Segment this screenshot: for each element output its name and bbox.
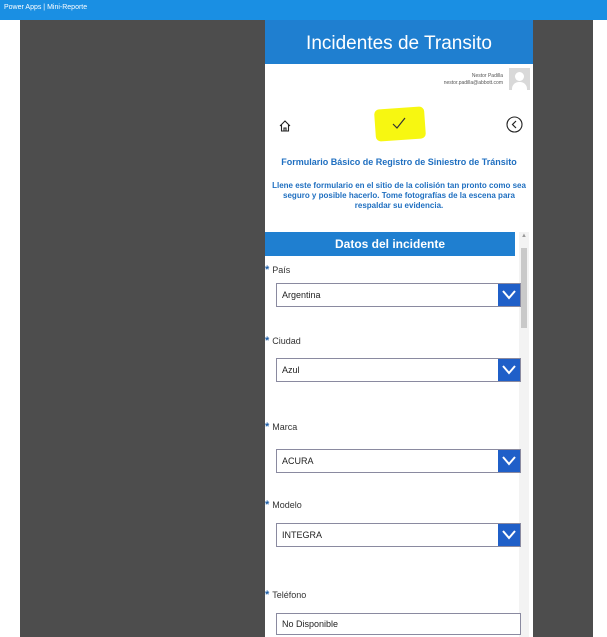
modelo-dropdown[interactable]: INTEGRA: [276, 523, 521, 547]
chevron-down-icon[interactable]: [498, 359, 520, 381]
chevron-down-icon[interactable]: [498, 284, 520, 306]
required-marker: *: [265, 264, 270, 276]
avatar[interactable]: [509, 68, 530, 90]
scroll-thumb[interactable]: [521, 248, 527, 328]
user-info: Nestor Padilla nestor.padilla@abbott.com: [444, 73, 503, 87]
pais-label-text: País: [272, 265, 291, 275]
modelo-label-text: Modelo: [272, 500, 302, 510]
section-header: Datos del incidente: [265, 232, 515, 256]
ciudad-dropdown[interactable]: Azul: [276, 358, 521, 382]
ciudad-label: * Ciudad: [265, 335, 301, 347]
chevron-down-icon[interactable]: [498, 524, 520, 546]
required-marker: *: [265, 499, 270, 511]
pais-value: Argentina: [282, 290, 321, 300]
topbar-title: Power Apps | Mini-Reporte: [4, 4, 88, 11]
ciudad-value: Azul: [282, 365, 300, 375]
form-title: Formulario Básico de Registro de Siniest…: [281, 157, 517, 167]
pais-label: * País: [265, 264, 290, 276]
required-marker: *: [265, 589, 270, 601]
marca-label: * Marca: [265, 421, 297, 433]
right-canvas-frame: [533, 20, 593, 637]
ciudad-label-text: Ciudad: [272, 336, 301, 346]
user-email: nestor.padilla@abbott.com: [443, 80, 503, 86]
app-title: Incidentes de Transito: [306, 33, 492, 54]
telefono-input[interactable]: No Disponible: [276, 613, 521, 635]
back-circle-icon[interactable]: [506, 116, 523, 133]
modelo-value: INTEGRA: [282, 530, 323, 540]
checkmark-icon[interactable]: [388, 112, 410, 134]
user-name: Nestor Padilla: [471, 73, 503, 79]
required-marker: *: [265, 335, 270, 347]
app-screen: Incidentes de Transito Nestor Padilla ne…: [265, 20, 533, 637]
home-icon[interactable]: [278, 119, 292, 133]
left-canvas-frame: [20, 20, 265, 637]
pais-dropdown[interactable]: Argentina: [276, 283, 521, 307]
section-title: Datos del incidente: [334, 237, 446, 251]
required-marker: *: [265, 421, 270, 433]
form-description: Llene este formulario en el sitio de la …: [272, 181, 526, 210]
avatar-body-shape: [512, 82, 527, 90]
telefono-label-text: Teléfono: [272, 590, 307, 600]
chevron-down-icon[interactable]: [498, 450, 520, 472]
marca-dropdown[interactable]: ACURA: [276, 449, 521, 473]
telefono-label: * Teléfono: [265, 589, 306, 601]
avatar-head-shape: [515, 72, 524, 81]
marca-label-text: Marca: [272, 422, 298, 432]
power-apps-topbar: Power Apps | Mini-Reporte: [0, 0, 607, 20]
scroll-up-arrow-icon[interactable]: ▲: [521, 233, 527, 239]
telefono-value: No Disponible: [282, 619, 339, 629]
modelo-label: * Modelo: [265, 499, 302, 511]
marca-value: ACURA: [282, 456, 314, 466]
app-header: Incidentes de Transito: [265, 20, 533, 64]
